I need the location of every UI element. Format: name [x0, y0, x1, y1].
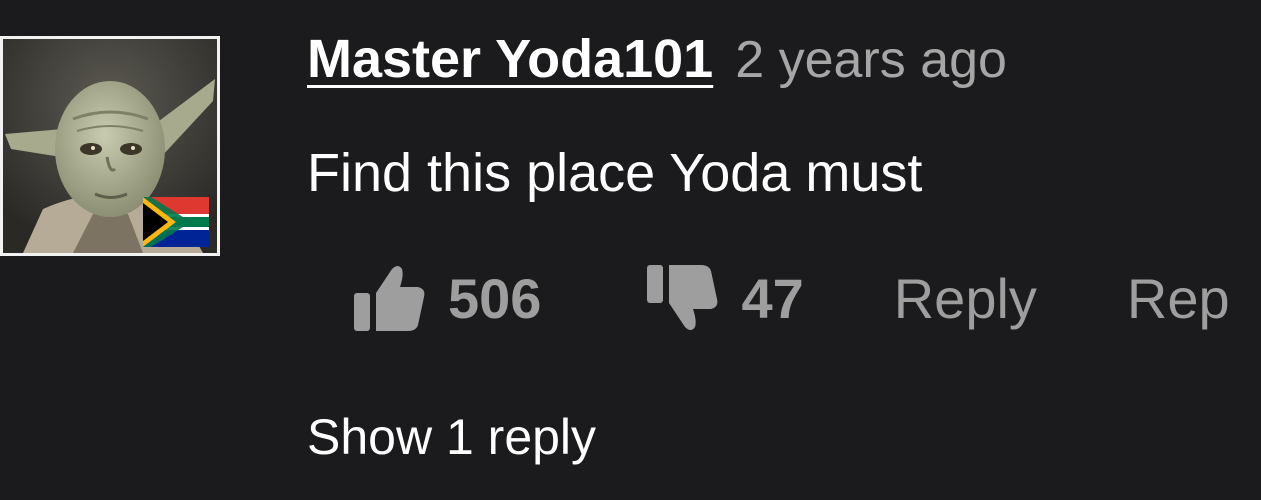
- like-button[interactable]: 506: [352, 263, 541, 333]
- thumbs-up-icon: [354, 266, 425, 331]
- yoda-avatar-icon: [3, 39, 217, 253]
- comment-actions: 506 47 Reply Rep: [352, 258, 1230, 338]
- comment-page: Master Yoda101 2 years ago Find this pla…: [0, 0, 1261, 500]
- comment-timestamp: 2 years ago: [735, 31, 1007, 89]
- comment-header: Master Yoda101 2 years ago: [307, 28, 1261, 92]
- thumbs-down-icon: [647, 265, 718, 330]
- dislike-count: 47: [741, 266, 804, 330]
- reply-button[interactable]: Reply: [894, 266, 1037, 331]
- author-link[interactable]: Master Yoda101: [307, 28, 713, 90]
- comment-body: Master Yoda101 2 years ago Find this pla…: [307, 28, 1261, 204]
- comment-text: Find this place Yoda must: [307, 143, 923, 203]
- dislike-button[interactable]: 47: [645, 263, 804, 333]
- report-button[interactable]: Rep: [1127, 266, 1230, 331]
- like-count: 506: [448, 266, 542, 330]
- show-replies-button[interactable]: Show 1 reply: [307, 408, 596, 466]
- avatar[interactable]: [0, 36, 220, 256]
